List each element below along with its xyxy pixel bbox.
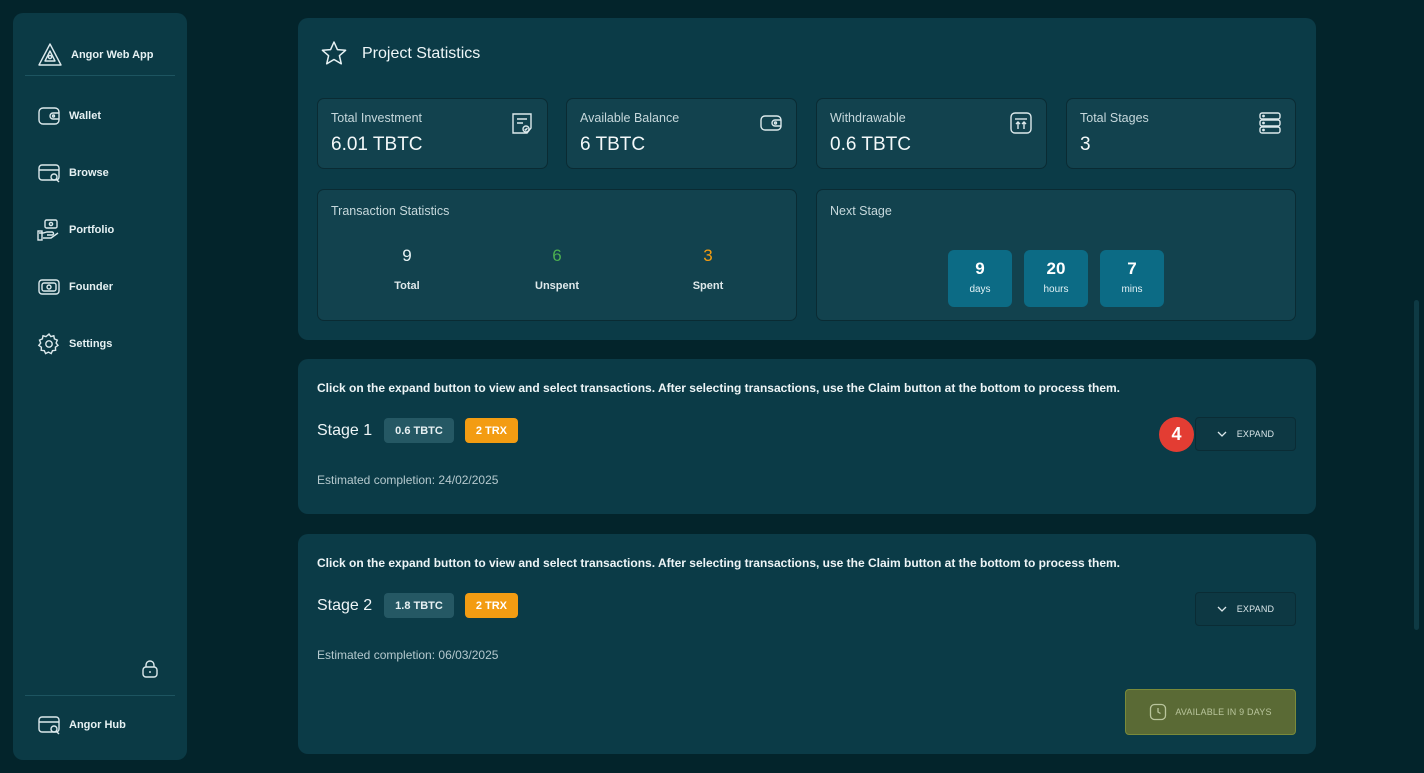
countdown-value: 9 <box>975 259 985 278</box>
sidebar-divider-bottom <box>25 695 175 696</box>
lock-icon[interactable] <box>140 659 160 679</box>
sidebar-item-label: Founder <box>69 281 113 293</box>
withdraw-icon <box>1009 111 1033 135</box>
portfolio-icon <box>37 218 61 242</box>
star-icon <box>320 40 348 68</box>
step-number-badge: 4 <box>1159 417 1194 452</box>
withdrawable-tile: Withdrawable 0.6 TBTC <box>816 98 1047 169</box>
stage-name: Stage 2 <box>317 596 373 614</box>
transaction-statistics-tile: Transaction Statistics 9 Total 6 Unspent… <box>317 189 797 321</box>
brand-name: Angor Web App <box>71 49 154 61</box>
stage-header: Stage 2 1.8 TBTC 2 TRX <box>317 593 519 618</box>
wallet-icon <box>759 111 783 135</box>
stage-name: Stage 1 <box>317 421 373 439</box>
tx-spent-label: Spent <box>692 280 724 292</box>
stage-info-text: Click on the expand button to view and s… <box>317 556 1121 570</box>
tx-total: 9 Total <box>347 246 467 292</box>
countdown: 9 days 20 hours 7 mins <box>948 250 1164 307</box>
tile-label: Available Balance <box>580 111 680 125</box>
sidebar-divider-top <box>25 75 175 76</box>
countdown-unit: hours <box>1043 284 1069 295</box>
sidebar-item-label: Wallet <box>69 110 101 122</box>
estimated-completion: Estimated completion: 24/02/2025 <box>317 473 499 487</box>
tx-unspent-label: Unspent <box>535 280 579 292</box>
tx-spent-value: 3 <box>703 246 713 265</box>
sidebar-item-angor-hub[interactable]: Angor Hub <box>37 713 126 737</box>
wallet-icon <box>37 104 61 128</box>
tx-total-value: 9 <box>402 246 412 265</box>
available-button-label: AVAILABLE IN 9 DAYS <box>1175 707 1272 717</box>
available-in-days-button[interactable]: AVAILABLE IN 9 DAYS <box>1125 689 1296 735</box>
countdown-value: 7 <box>1127 259 1137 278</box>
sidebar-nav: Wallet Browse Portfolio Founder Settings <box>37 103 177 388</box>
expand-button-label: EXPAND <box>1236 429 1275 439</box>
stage-2-card: Click on the expand button to view and s… <box>298 534 1316 754</box>
sidebar: Angor Web App Wallet Browse Portfolio Fo… <box>13 13 187 760</box>
sidebar-item-portfolio[interactable]: Portfolio <box>37 217 177 243</box>
tile-value: 6.01 TBTC <box>331 134 423 155</box>
stage-trx-badge: 2 TRX <box>464 593 519 618</box>
total-investment-tile: Total Investment 6.01 TBTC <box>317 98 548 169</box>
app-root: Angor Web App Wallet Browse Portfolio Fo… <box>0 0 1424 773</box>
clock-icon <box>1149 703 1167 721</box>
hub-icon <box>37 713 61 737</box>
stats-header: Project Statistics <box>320 40 480 68</box>
page-title: Project Statistics <box>362 45 481 62</box>
sidebar-item-browse[interactable]: Browse <box>37 160 177 186</box>
tile-label: Total Stages <box>1080 111 1149 125</box>
sidebar-item-label: Portfolio <box>69 224 115 236</box>
angor-logo-icon <box>37 42 63 68</box>
countdown-unit: days <box>969 284 991 295</box>
countdown-days: 9 days <box>948 250 1012 307</box>
founder-icon <box>37 275 61 299</box>
tile-label: Transaction Statistics <box>331 204 450 218</box>
tile-value: 0.6 TBTC <box>830 134 911 155</box>
sidebar-item-founder[interactable]: Founder <box>37 274 177 300</box>
sidebar-item-label: Angor Hub <box>69 719 126 731</box>
project-statistics-card: Project Statistics Total Investment 6.01… <box>298 18 1316 340</box>
countdown-value: 20 <box>1046 259 1066 278</box>
gear-icon <box>37 332 61 356</box>
scrollbar[interactable] <box>1414 300 1419 630</box>
countdown-hours: 20 hours <box>1024 250 1088 307</box>
stage-amount-badge: 0.6 TBTC <box>384 418 454 443</box>
chevron-down-icon <box>1217 606 1227 612</box>
stage-info-text: Click on the expand button to view and s… <box>317 381 1121 395</box>
sidebar-item-label: Settings <box>69 338 113 350</box>
tx-unspent: 6 Unspent <box>497 246 617 292</box>
tile-value: 3 <box>1080 134 1091 155</box>
tile-label: Total Investment <box>331 111 423 125</box>
sidebar-item-label: Browse <box>69 167 109 179</box>
tile-value: 6 TBTC <box>580 134 646 155</box>
stage-trx-badge: 2 TRX <box>464 418 519 443</box>
sidebar-item-settings[interactable]: Settings <box>37 331 177 357</box>
total-stages-tile: Total Stages 3 <box>1066 98 1296 169</box>
countdown-mins: 7 mins <box>1100 250 1164 307</box>
stack-icon <box>1258 111 1282 135</box>
tile-label: Withdrawable <box>830 111 906 125</box>
countdown-unit: mins <box>1121 284 1143 295</box>
expand-button-label: EXPAND <box>1236 604 1275 614</box>
receipt-icon <box>510 111 534 137</box>
available-balance-tile: Available Balance 6 TBTC <box>566 98 797 169</box>
stage-header: Stage 1 0.6 TBTC 2 TRX <box>317 418 519 443</box>
sidebar-item-wallet[interactable]: Wallet <box>37 103 177 129</box>
browse-icon <box>37 161 61 185</box>
expand-button[interactable]: EXPAND <box>1195 592 1296 626</box>
tx-spent: 3 Spent <box>648 246 768 292</box>
estimated-completion: Estimated completion: 06/03/2025 <box>317 648 499 662</box>
next-stage-tile: Next Stage 9 days 20 hours 7 mins <box>816 189 1296 321</box>
tile-label: Next Stage <box>830 204 892 218</box>
chevron-down-icon <box>1217 431 1227 437</box>
brand[interactable]: Angor Web App <box>37 35 154 75</box>
tx-unspent-value: 6 <box>552 246 562 265</box>
expand-button[interactable]: EXPAND <box>1195 417 1296 451</box>
stage-amount-badge: 1.8 TBTC <box>384 593 454 618</box>
tx-total-label: Total <box>394 280 420 292</box>
